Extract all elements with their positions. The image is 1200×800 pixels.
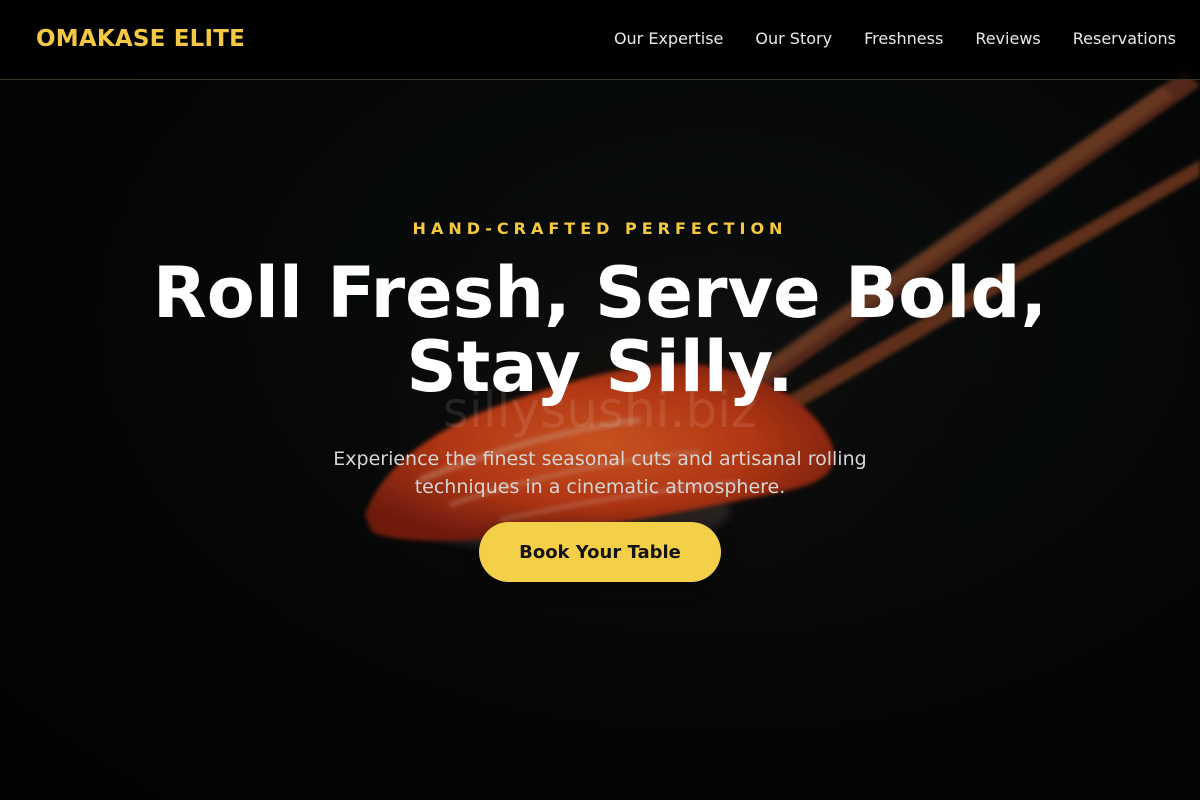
- hero-eyebrow: HAND-CRAFTED PERFECTION: [412, 219, 788, 238]
- nav-link-reviews[interactable]: Reviews: [975, 27, 1040, 51]
- page: sillysushi.biz OMAKASE ELITE Our Experti…: [0, 0, 1200, 800]
- main-nav: Our Expertise Our Story Freshness Review…: [614, 27, 1176, 51]
- nav-link-our-story[interactable]: Our Story: [755, 27, 832, 51]
- hero-subtitle: Experience the finest seasonal cuts and …: [333, 448, 867, 498]
- hero-section: HAND-CRAFTED PERFECTION Roll Fresh, Serv…: [0, 0, 1200, 800]
- hero-headline-line-1: Roll Fresh, Serve Bold,: [152, 252, 1048, 334]
- brand-logo[interactable]: OMAKASE ELITE: [36, 24, 245, 54]
- top-navbar: OMAKASE ELITE Our Expertise Our Story Fr…: [0, 0, 1200, 80]
- nav-link-reservations[interactable]: Reservations: [1073, 27, 1176, 51]
- hero-headline-line-2: Stay Silly.: [406, 326, 794, 408]
- nav-link-our-expertise[interactable]: Our Expertise: [614, 27, 723, 51]
- hero-headline: Roll Fresh, Serve Bold, Stay Silly.: [100, 256, 1100, 404]
- nav-link-freshness[interactable]: Freshness: [864, 27, 943, 51]
- book-table-button[interactable]: Book Your Table: [479, 522, 721, 582]
